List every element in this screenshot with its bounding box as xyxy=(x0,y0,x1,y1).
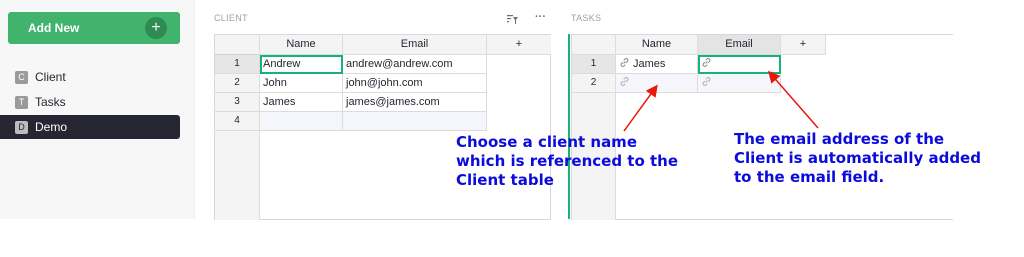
arrow-to-name-cell xyxy=(623,84,658,132)
arrow-to-email-cell xyxy=(768,70,819,129)
annotation-arrows xyxy=(623,70,819,132)
app-window: Add New + C Client T Tasks D Demo CLIENT… xyxy=(0,0,1024,257)
